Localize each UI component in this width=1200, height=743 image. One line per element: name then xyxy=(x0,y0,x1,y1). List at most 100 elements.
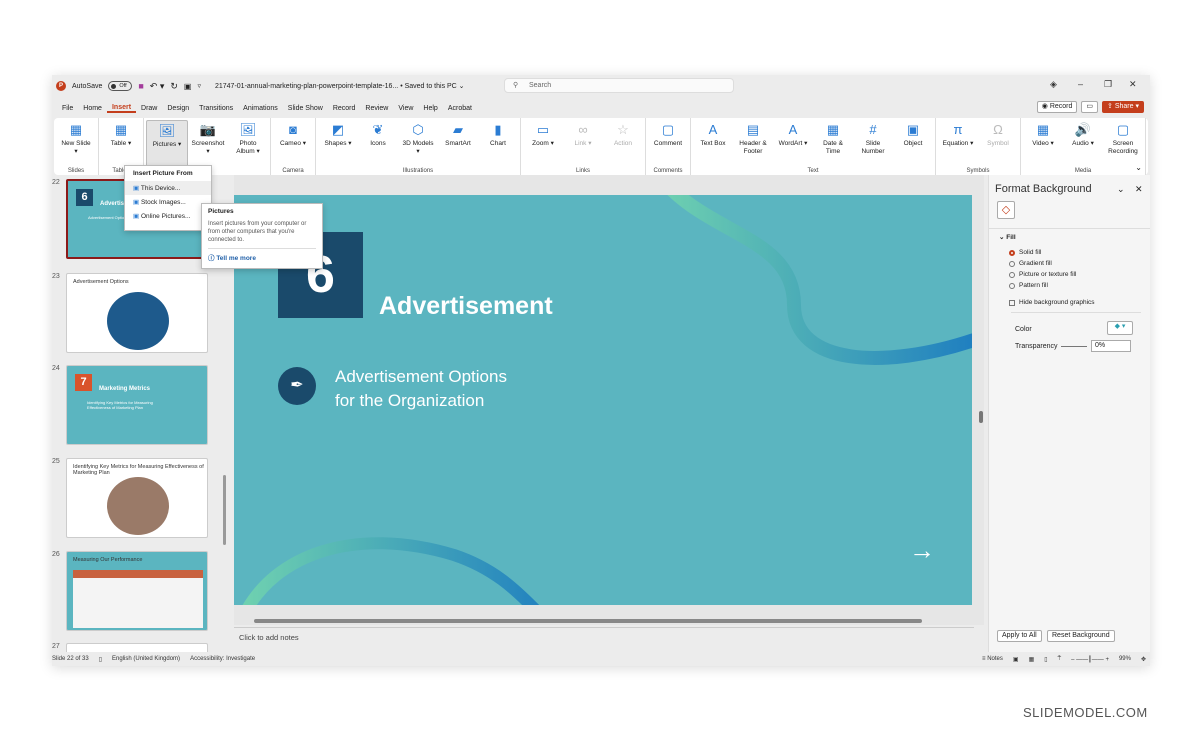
equation-button[interactable]: π Equation ▾ xyxy=(938,120,978,175)
reading-view-icon[interactable]: ▯ xyxy=(1044,656,1047,663)
new-slide-button[interactable]: ▦ New Slide ▾ xyxy=(56,120,96,175)
cameo-button[interactable]: ◙ Cameo ▾ xyxy=(273,120,313,175)
3d-models-button[interactable]: ⬡ 3D Models ▾ xyxy=(398,120,438,175)
slide-thumbnail[interactable]: Advertisement Options xyxy=(66,273,208,353)
online-pictures-icon: ▣ xyxy=(133,213,140,220)
tab-design[interactable]: Design xyxy=(162,105,194,112)
radio-button[interactable] xyxy=(1009,260,1015,267)
accessibility-status[interactable]: Accessibility: Investigate xyxy=(190,656,255,662)
tab-review[interactable]: Review xyxy=(360,105,393,112)
zoom-slider[interactable]: – ——┃—— + xyxy=(1071,656,1109,663)
search-input[interactable]: ⚲ Search xyxy=(504,78,734,93)
file-name[interactable]: 21747-01-annual-marketing-plan-powerpoin… xyxy=(215,82,465,90)
video-button[interactable]: ▦ Video ▾ xyxy=(1023,120,1063,175)
link-button[interactable]: ∞ Link ▾ xyxy=(563,120,603,175)
fit-slide-icon[interactable]: ✥ xyxy=(1141,656,1146,663)
fill-option-solid-fill[interactable]: Solid fill xyxy=(1009,249,1150,256)
button-label: Audio ▾ xyxy=(1072,140,1094,147)
video-icon: ▦ xyxy=(1036,122,1050,137)
redo-icon[interactable]: ↻ xyxy=(170,81,178,92)
normal-view-icon[interactable]: ▣ xyxy=(1013,656,1019,663)
current-slide[interactable]: 6 Advertisement ✒ Advertisement Options f… xyxy=(234,195,972,605)
tab-file[interactable]: File xyxy=(57,105,78,112)
tab-animations[interactable]: Animations xyxy=(238,105,283,112)
shapes-button[interactable]: ◩ Shapes ▾ xyxy=(318,120,358,175)
button-label: Pictures ▾ xyxy=(152,141,182,148)
save-icon[interactable]: ■ xyxy=(138,81,143,91)
menu-item-this-device[interactable]: ▣ This Device... xyxy=(125,181,211,195)
language-status[interactable]: English (United Kingdom) xyxy=(112,656,180,662)
tab-insert[interactable]: Insert xyxy=(106,104,137,113)
reset-background-button[interactable]: Reset Background xyxy=(1047,630,1115,642)
header-footer-button[interactable]: ▤ Header & Footer xyxy=(733,120,773,175)
photo-album-button[interactable]: 🖼 Photo Album ▾ xyxy=(228,120,268,175)
transparency-slider[interactable] xyxy=(1061,346,1087,347)
spelling-icon[interactable]: ▯ xyxy=(99,656,102,663)
slide-sorter-icon[interactable]: ▦ xyxy=(1029,656,1035,663)
fill-section-header[interactable]: ⌄ Fill xyxy=(999,233,1016,241)
vertical-scrollbar[interactable] xyxy=(979,411,983,423)
diamond-icon[interactable]: ◈ xyxy=(1050,79,1057,90)
pane-options-icon[interactable]: ⌄ xyxy=(1117,184,1125,195)
fill-option-pattern-fill[interactable]: Pattern fill xyxy=(1009,282,1150,289)
comments-button[interactable]: ▭ xyxy=(1081,101,1099,113)
tab-help[interactable]: Help xyxy=(418,105,442,112)
undo-icon[interactable]: ↶ ▾ xyxy=(150,81,165,92)
ribbon-collapse-icon[interactable]: ⌄ xyxy=(1135,163,1142,172)
menu-item-stock-images[interactable]: ▣ Stock Images... xyxy=(125,195,211,209)
date-time-button[interactable]: ▦ Date & Time xyxy=(813,120,853,175)
notes-button[interactable]: ≡ Notes xyxy=(982,656,1003,662)
customize-icon[interactable]: ▿ xyxy=(197,82,201,90)
zoom-button[interactable]: ▭ Zoom ▾ xyxy=(523,120,563,175)
slide-thumbnail[interactable]: Identifying Key Metrics for Measuring Ef… xyxy=(66,458,208,538)
fill-option-gradient-fill[interactable]: Gradient fill xyxy=(1009,260,1150,267)
minimize-button[interactable]: – xyxy=(1078,79,1083,89)
smartart-button[interactable]: ▰ SmartArt xyxy=(438,120,478,175)
text-box-button[interactable]: A Text Box xyxy=(693,120,733,175)
tab-transitions[interactable]: Transitions xyxy=(194,105,238,112)
tab-acrobat[interactable]: Acrobat xyxy=(443,105,477,112)
radio-button[interactable] xyxy=(1009,271,1015,278)
object-button[interactable]: ▣ Object xyxy=(893,120,933,175)
share-button[interactable]: ⇪ Share ▾ xyxy=(1102,101,1144,113)
slide-thumbnail[interactable]: 7 Identifying Key Metrics for Measuring E… xyxy=(66,365,208,445)
thumbnail-scrollbar[interactable] xyxy=(223,475,226,545)
restore-button[interactable]: ❐ xyxy=(1104,79,1112,90)
autosave-toggle[interactable]: Off xyxy=(108,81,133,91)
radio-button[interactable] xyxy=(1009,282,1015,289)
hide-bg-graphics-checkbox[interactable]: Hide background graphics xyxy=(1009,299,1095,306)
transparency-input[interactable]: 0% xyxy=(1091,340,1131,352)
comment-button[interactable]: ▢ Comment xyxy=(648,120,688,175)
record-button[interactable]: ◉ Record xyxy=(1036,101,1078,113)
tab-slide-show[interactable]: Slide Show xyxy=(283,105,328,112)
notes-area[interactable]: Click to add notes xyxy=(234,627,974,647)
tab-draw[interactable]: Draw xyxy=(136,105,162,112)
tab-record[interactable]: Record xyxy=(328,105,361,112)
slide-number-button[interactable]: # Slide Number xyxy=(853,120,893,175)
feather-icon: ✒ xyxy=(278,367,316,405)
chart-button[interactable]: ▮ Chart xyxy=(478,120,518,175)
slide-thumbnail[interactable] xyxy=(66,643,208,652)
fill-option-picture-or-texture-fill[interactable]: Picture or texture fill xyxy=(1009,271,1150,278)
radio-button[interactable] xyxy=(1009,249,1015,256)
wordart-button[interactable]: A WordArt ▾ xyxy=(773,120,813,175)
slideshow-icon[interactable]: ⍑ xyxy=(1058,656,1062,663)
zoom-level[interactable]: 99% xyxy=(1119,656,1131,662)
fill-tab-icon[interactable]: ◇ xyxy=(997,201,1015,219)
apply-to-all-button[interactable]: Apply to All xyxy=(997,630,1042,642)
tab-home[interactable]: Home xyxy=(78,105,107,112)
slide-thumbnail[interactable]: Measuring Our Performance xyxy=(66,551,208,631)
icons-button[interactable]: ❦ Icons xyxy=(358,120,398,175)
symbol-button[interactable]: Ω Symbol xyxy=(978,120,1018,175)
audio-button[interactable]: 🔊 Audio ▾ xyxy=(1063,120,1103,175)
pane-close-icon[interactable]: ✕ xyxy=(1135,184,1143,195)
tell-me-more-link[interactable]: ⓘ Tell me more xyxy=(208,248,316,262)
menu-item-online-pictures[interactable]: ▣ Online Pictures... xyxy=(125,209,211,223)
close-button[interactable]: ✕ xyxy=(1129,79,1137,90)
checkbox[interactable] xyxy=(1009,299,1015,306)
present-icon[interactable]: ▣ xyxy=(184,82,192,91)
color-picker-button[interactable]: ◆ ▾ xyxy=(1107,321,1133,335)
horizontal-scrollbar[interactable] xyxy=(254,619,922,623)
action-button[interactable]: ☆ Action xyxy=(603,120,643,175)
tab-view[interactable]: View xyxy=(393,105,418,112)
